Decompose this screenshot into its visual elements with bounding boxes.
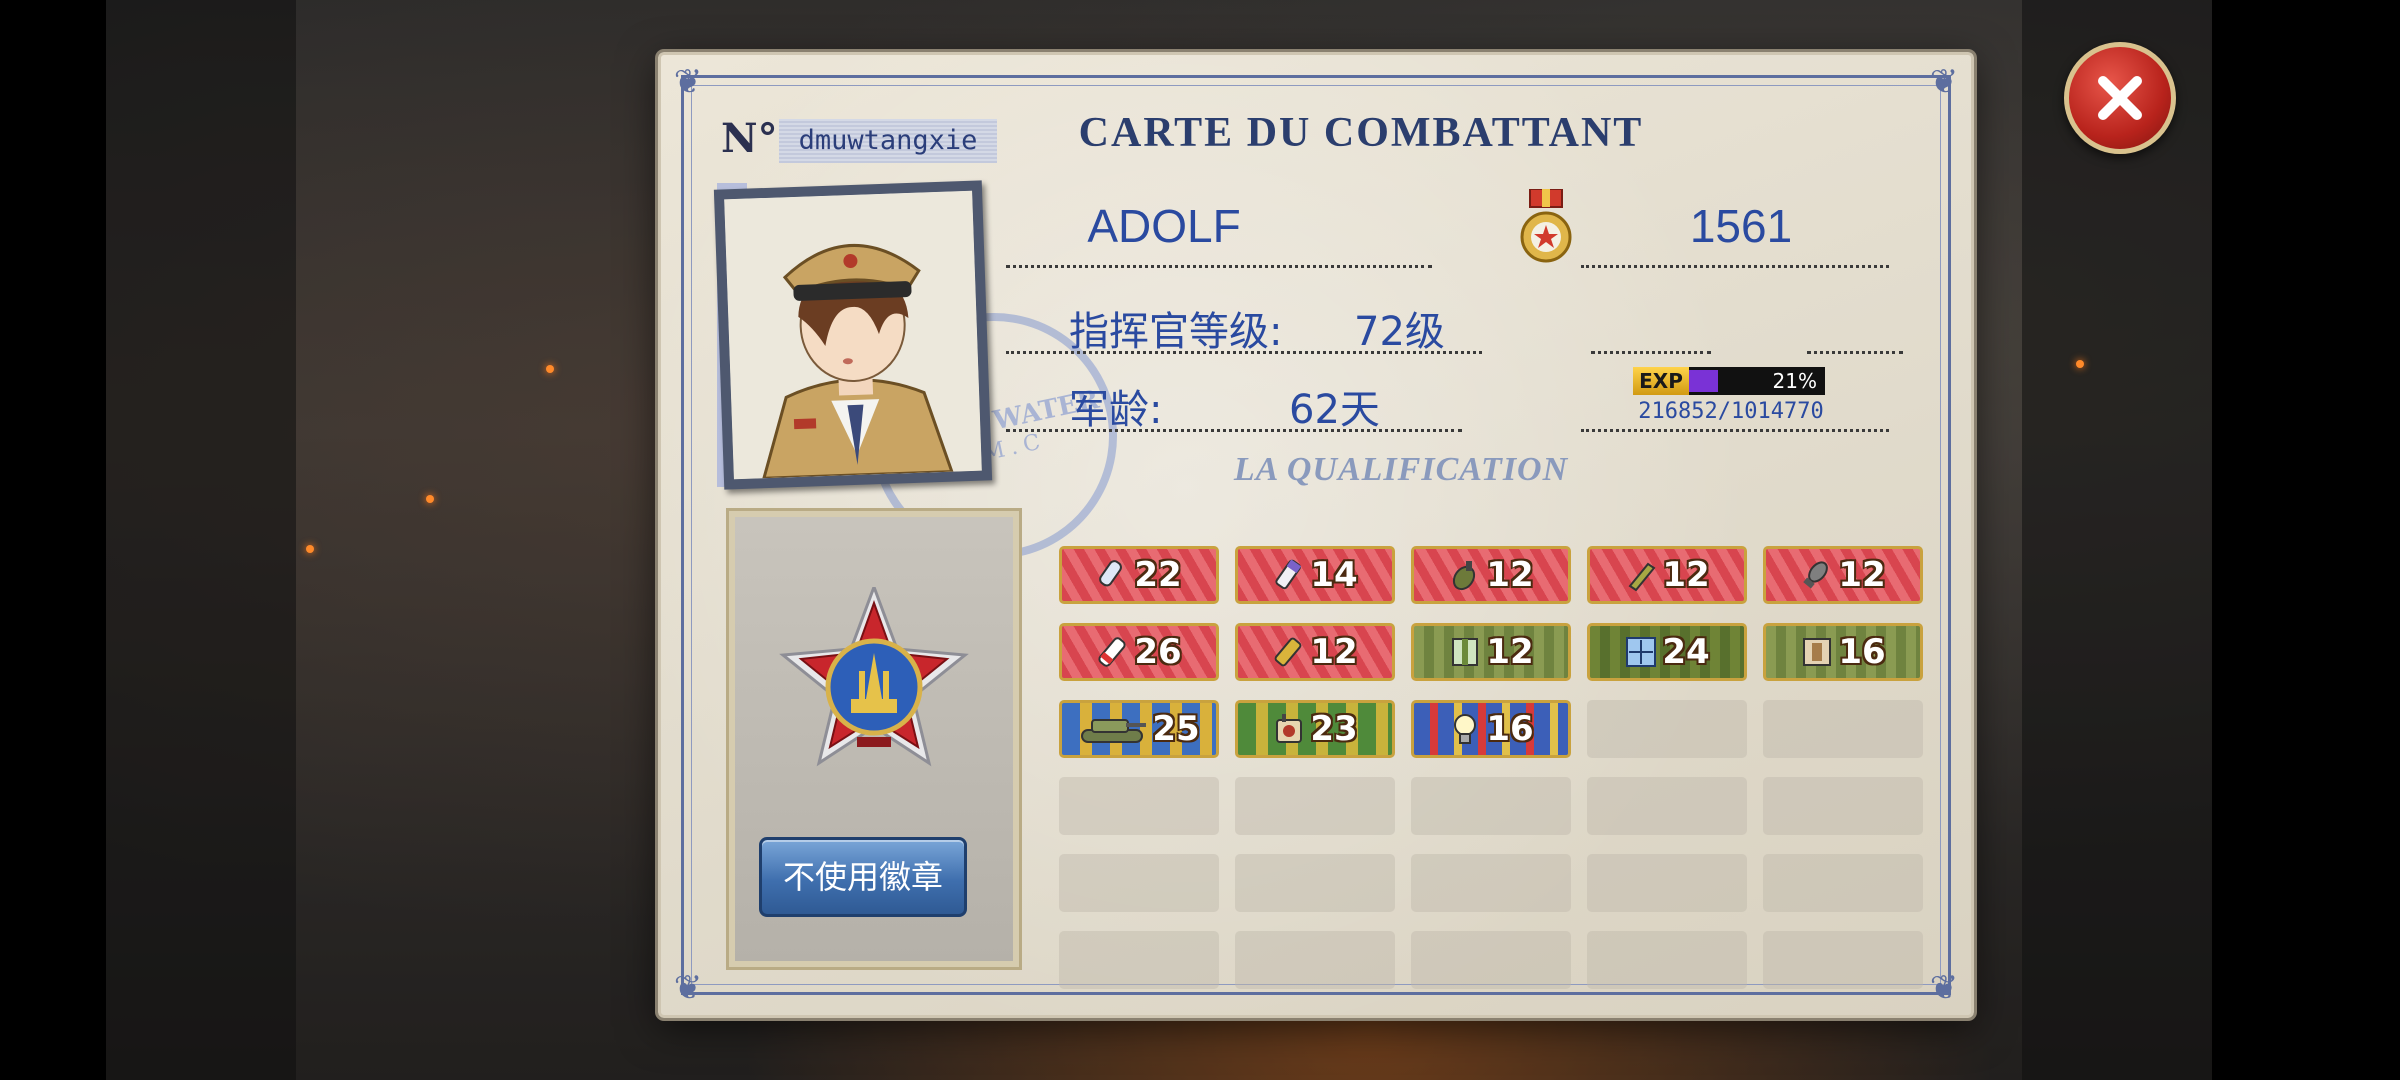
empty-qualification-slot[interactable]: [1411, 931, 1571, 989]
empty-qualification-slot[interactable]: [1587, 700, 1747, 758]
number-label: N°: [721, 115, 778, 162]
disable-badge-button[interactable]: 不使用徽章: [759, 837, 967, 917]
corner-ornament-icon: ❦: [1929, 968, 1959, 1008]
exp-label: EXP: [1633, 367, 1689, 395]
corner-ornament-icon: ❦: [1929, 62, 1959, 102]
combatant-card: ❦ ❦ ❦ ❦ N° dmuwtangxie CARTE DU COMBATTA…: [658, 52, 1974, 1018]
qualification-slot[interactable]: 26: [1059, 623, 1219, 681]
empty-qualification-slot[interactable]: [1763, 700, 1923, 758]
commander-portrait: [713, 180, 993, 490]
empty-qualification-slot[interactable]: [1763, 854, 1923, 912]
name-underline: [1006, 265, 1432, 268]
tank-icon: [1078, 712, 1148, 746]
exp-progress-bar: EXP 21%: [1633, 367, 1825, 395]
card-title: CARTE DU COMBATTANT: [1078, 110, 1644, 156]
exp-percent: 21%: [1772, 369, 1817, 393]
empty-qualification-slot[interactable]: [1763, 931, 1923, 989]
service-underline: [1006, 429, 1462, 432]
level-underline: [1006, 351, 1482, 354]
qualification-value: 12: [1310, 632, 1358, 672]
armor-plate-icon: [1448, 635, 1482, 669]
qualification-slot[interactable]: 22: [1059, 546, 1219, 604]
cartridge-icon: [1096, 635, 1130, 669]
level-underline-right-b: [1807, 351, 1903, 354]
empty-qualification-slot[interactable]: [1587, 777, 1747, 835]
close-icon: [2098, 76, 2142, 120]
qualification-slot[interactable]: 12: [1235, 623, 1395, 681]
close-button[interactable]: [2064, 42, 2176, 154]
grenade-icon: [1448, 558, 1482, 592]
portrait-image: [724, 190, 982, 480]
commander-level-value: 72级: [1354, 309, 1445, 355]
qualification-slot[interactable]: 16: [1411, 700, 1571, 758]
qualification-slot[interactable]: 12: [1411, 546, 1571, 604]
qualification-value: 12: [1486, 555, 1534, 595]
exp-progress-fill: [1689, 370, 1718, 392]
qualification-value: 16: [1486, 709, 1534, 749]
empty-qualification-slot[interactable]: [1235, 854, 1395, 912]
exp-numbers: 216852/1014770: [1638, 399, 1824, 424]
qualification-value: 12: [1838, 555, 1886, 595]
empty-qualification-slot[interactable]: [1763, 777, 1923, 835]
shell-icon: [1272, 558, 1306, 592]
qualification-value: 23: [1310, 709, 1358, 749]
qualification-slot[interactable]: 12: [1411, 623, 1571, 681]
qualification-slot[interactable]: 25: [1059, 700, 1219, 758]
qualification-value: 24: [1662, 632, 1710, 672]
player-score: 1561: [1689, 200, 1793, 252]
qualification-value: 12: [1662, 555, 1710, 595]
qualification-slot[interactable]: 23: [1235, 700, 1395, 758]
officer-avatar-icon: [724, 190, 982, 480]
empty-qualification-slot[interactable]: [1059, 931, 1219, 989]
qualification-title: LA QUALIFICATION: [1233, 451, 1569, 488]
qualification-slot[interactable]: 16: [1763, 623, 1923, 681]
commander-level-label: 指挥官等级:: [1069, 309, 1283, 355]
medal-icon: [1518, 188, 1574, 269]
empty-qualification-slot[interactable]: [1411, 854, 1571, 912]
service-age-value: 62天: [1289, 387, 1380, 433]
empty-qualification-slot[interactable]: [1235, 777, 1395, 835]
ember-spark: [426, 495, 434, 503]
rocket-icon: [1624, 558, 1658, 592]
exp-underline: [1581, 429, 1889, 432]
qualification-slot[interactable]: 12: [1587, 546, 1747, 604]
corner-ornament-icon: ❦: [673, 62, 703, 102]
qualification-value: 26: [1134, 632, 1182, 672]
qualification-slot[interactable]: 14: [1235, 546, 1395, 604]
badge-panel: 不使用徽章: [726, 508, 1022, 970]
empty-qualification-slot[interactable]: [1059, 854, 1219, 912]
empty-qualification-slot[interactable]: [1587, 931, 1747, 989]
service-age-label: 军龄:: [1069, 387, 1163, 433]
qualification-slot[interactable]: 24: [1587, 623, 1747, 681]
qualification-value: 25: [1152, 709, 1200, 749]
qualification-value: 12: [1486, 632, 1534, 672]
empty-qualification-slot[interactable]: [1411, 777, 1571, 835]
qualification-value: 22: [1134, 555, 1182, 595]
scope-icon: [1624, 635, 1658, 669]
level-underline-right-a: [1591, 351, 1711, 354]
player-name: ADOLF: [1087, 200, 1241, 252]
commander-badge-icon: [779, 582, 969, 791]
qualification-value: 14: [1310, 555, 1358, 595]
bulb-icon: [1448, 712, 1482, 746]
ember-spark: [2076, 360, 2084, 368]
mortar-icon: [1800, 558, 1834, 592]
radio-icon: [1272, 712, 1306, 746]
bullet-icon: [1096, 558, 1130, 592]
score-underline: [1581, 265, 1889, 268]
ammo-icon: [1272, 635, 1306, 669]
crate-icon: [1800, 635, 1834, 669]
empty-qualification-slot[interactable]: [1235, 931, 1395, 989]
qualification-slot[interactable]: 12: [1763, 546, 1923, 604]
player-id: dmuwtangxie: [779, 119, 997, 163]
corner-ornament-icon: ❦: [673, 968, 703, 1008]
ember-spark: [306, 545, 314, 553]
empty-qualification-slot[interactable]: [1059, 777, 1219, 835]
qualification-value: 16: [1838, 632, 1886, 672]
ember-spark: [546, 365, 554, 373]
empty-qualification-slot[interactable]: [1587, 854, 1747, 912]
